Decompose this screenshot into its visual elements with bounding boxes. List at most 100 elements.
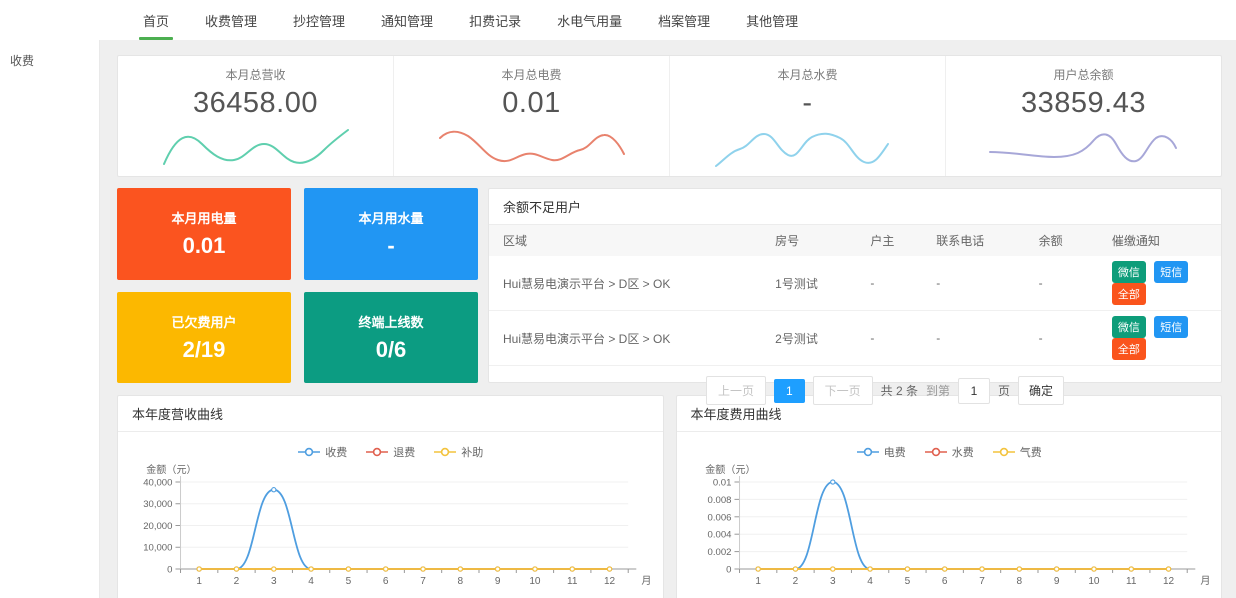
svg-text:月: 月 <box>1200 575 1210 587</box>
nav-item-home[interactable]: 首页 <box>125 0 187 40</box>
svg-text:月: 月 <box>641 575 651 587</box>
legend-marker-icon <box>365 447 389 457</box>
nav-item-meter-mgmt[interactable]: 抄控管理 <box>275 0 363 40</box>
tile-label: 终端上线数 <box>358 312 423 331</box>
nav-item-archive-mgmt[interactable]: 档案管理 <box>640 0 728 40</box>
stat-card-monthly-water-fee: 本月总水费 - <box>670 56 946 176</box>
wechat-notify-button[interactable]: 微信 <box>1112 261 1146 283</box>
col-region: 区域 <box>489 225 767 256</box>
svg-text:3: 3 <box>829 576 835 587</box>
svg-text:0.01: 0.01 <box>712 478 731 489</box>
col-balance: 余额 <box>1031 225 1104 256</box>
svg-text:9: 9 <box>1053 576 1059 587</box>
legend-label: 气费 <box>1020 444 1042 460</box>
svg-text:0.004: 0.004 <box>707 530 732 541</box>
sms-notify-button[interactable]: 短信 <box>1154 316 1188 338</box>
sms-notify-button[interactable]: 短信 <box>1154 261 1188 283</box>
sidebar: 收费 <box>0 40 100 598</box>
nav-item-deduction-records[interactable]: 扣费记录 <box>451 0 539 40</box>
nav-item-label: 扣费记录 <box>469 11 521 30</box>
legend-item[interactable]: 补助 <box>433 444 483 460</box>
wechat-notify-button[interactable]: 微信 <box>1112 316 1146 338</box>
cell-phone: - <box>928 311 1030 366</box>
next-page-button[interactable]: 下一页 <box>813 376 873 405</box>
legend-marker-icon <box>297 447 321 457</box>
goto-page-input[interactable] <box>958 378 990 404</box>
legend-label: 补助 <box>461 444 483 460</box>
nav-item-fee-mgmt[interactable]: 收费管理 <box>187 0 275 40</box>
prev-page-button[interactable]: 上一页 <box>706 376 766 405</box>
nav-item-label: 抄控管理 <box>293 11 345 30</box>
col-notify: 催缴通知 <box>1104 225 1221 256</box>
tile-monthly-electricity-usage: 本月用电量 0.01 <box>117 188 291 280</box>
stat-label: 本月总水费 <box>670 66 945 83</box>
goto-page-label: 到第 <box>926 382 950 399</box>
table-row: Hui慧易电演示平台 > D区 > OK 2号测试 - - - 微信 短信 全部 <box>489 311 1221 366</box>
svg-text:6: 6 <box>383 576 389 587</box>
legend-item[interactable]: 气费 <box>992 444 1042 460</box>
annual-cost-chart-panel: 本年度费用曲线 电费 水费 气费 金额（元）00.0020.0040.0060.… <box>676 395 1223 598</box>
svg-text:10: 10 <box>1088 576 1100 587</box>
svg-text:3: 3 <box>271 576 277 587</box>
stat-card-monthly-electricity-fee: 本月总电费 0.01 <box>394 56 670 176</box>
stat-value: - <box>670 87 945 120</box>
svg-text:11: 11 <box>1126 576 1137 587</box>
all-notify-button[interactable]: 全部 <box>1112 283 1146 305</box>
legend-item[interactable]: 电费 <box>856 444 906 460</box>
legend-label: 电费 <box>884 444 906 460</box>
svg-text:2: 2 <box>792 576 798 587</box>
cell-actions: 微信 短信 全部 <box>1104 256 1221 311</box>
svg-text:8: 8 <box>458 576 464 587</box>
svg-text:5: 5 <box>346 576 352 587</box>
chart-legend: 电费 水费 气费 <box>677 432 1222 462</box>
legend-item[interactable]: 退费 <box>365 444 415 460</box>
cell-balance: - <box>1031 256 1104 311</box>
nav-item-utility-usage[interactable]: 水电气用量 <box>539 0 640 40</box>
cell-phone: - <box>928 256 1030 311</box>
stat-card-monthly-revenue: 本月总营收 36458.00 <box>118 56 394 176</box>
svg-text:8: 8 <box>1016 576 1022 587</box>
nav-item-other-mgmt[interactable]: 其他管理 <box>728 0 816 40</box>
cell-actions: 微信 短信 全部 <box>1104 311 1221 366</box>
svg-text:6: 6 <box>941 576 947 587</box>
sparkline-chart <box>703 122 913 172</box>
tile-monthly-water-usage: 本月用水量 - <box>304 188 478 280</box>
nav-item-notice-mgmt[interactable]: 通知管理 <box>363 0 451 40</box>
chart-legend: 收费 退费 补助 <box>118 432 663 462</box>
tile-value: 2/19 <box>183 337 226 363</box>
tile-value: 0/6 <box>376 337 407 363</box>
svg-text:0.002: 0.002 <box>707 547 731 558</box>
cell-region: Hui慧易电演示平台 > D区 > OK <box>489 311 767 366</box>
stat-value: 36458.00 <box>118 87 393 120</box>
tile-value: 0.01 <box>183 233 226 259</box>
sparkline-chart <box>427 122 637 172</box>
cost-line-chart: 金额（元）00.0020.0040.0060.0080.011234567891… <box>677 464 1222 598</box>
nav-item-label: 通知管理 <box>381 11 433 30</box>
legend-item[interactable]: 水费 <box>924 444 974 460</box>
svg-text:12: 12 <box>1162 576 1174 587</box>
tile-label: 本月用电量 <box>171 208 236 227</box>
legend-marker-icon <box>924 447 948 457</box>
confirm-page-button[interactable]: 确定 <box>1018 376 1064 405</box>
svg-text:10: 10 <box>529 576 541 587</box>
low-balance-table: 区域 房号 户主 联系电话 余额 催缴通知 Hui慧易电演示平台 > D区 > … <box>489 225 1221 366</box>
tile-value: - <box>387 233 394 259</box>
cell-owner: - <box>862 311 928 366</box>
panel-title: 余额不足用户 <box>489 189 1221 225</box>
svg-text:0.006: 0.006 <box>707 512 731 523</box>
nav-item-label: 水电气用量 <box>557 11 622 30</box>
current-page-button[interactable]: 1 <box>774 379 805 403</box>
legend-item[interactable]: 收费 <box>297 444 347 460</box>
all-notify-button[interactable]: 全部 <box>1112 338 1146 360</box>
nav-item-label: 收费管理 <box>205 11 257 30</box>
svg-text:10,000: 10,000 <box>143 543 172 554</box>
legend-marker-icon <box>856 447 880 457</box>
svg-text:11: 11 <box>567 576 578 587</box>
cell-room: 2号测试 <box>767 311 862 366</box>
stat-label: 用户总余额 <box>946 66 1221 83</box>
cell-room: 1号测试 <box>767 256 862 311</box>
sidebar-item-fees[interactable]: 收费 <box>0 40 99 81</box>
stat-value: 0.01 <box>394 87 669 120</box>
svg-text:9: 9 <box>495 576 501 587</box>
kpi-tiles: 本月用电量 0.01 本月用水量 - 已欠费用户 2/19 终端上线数 0/6 <box>117 188 478 383</box>
